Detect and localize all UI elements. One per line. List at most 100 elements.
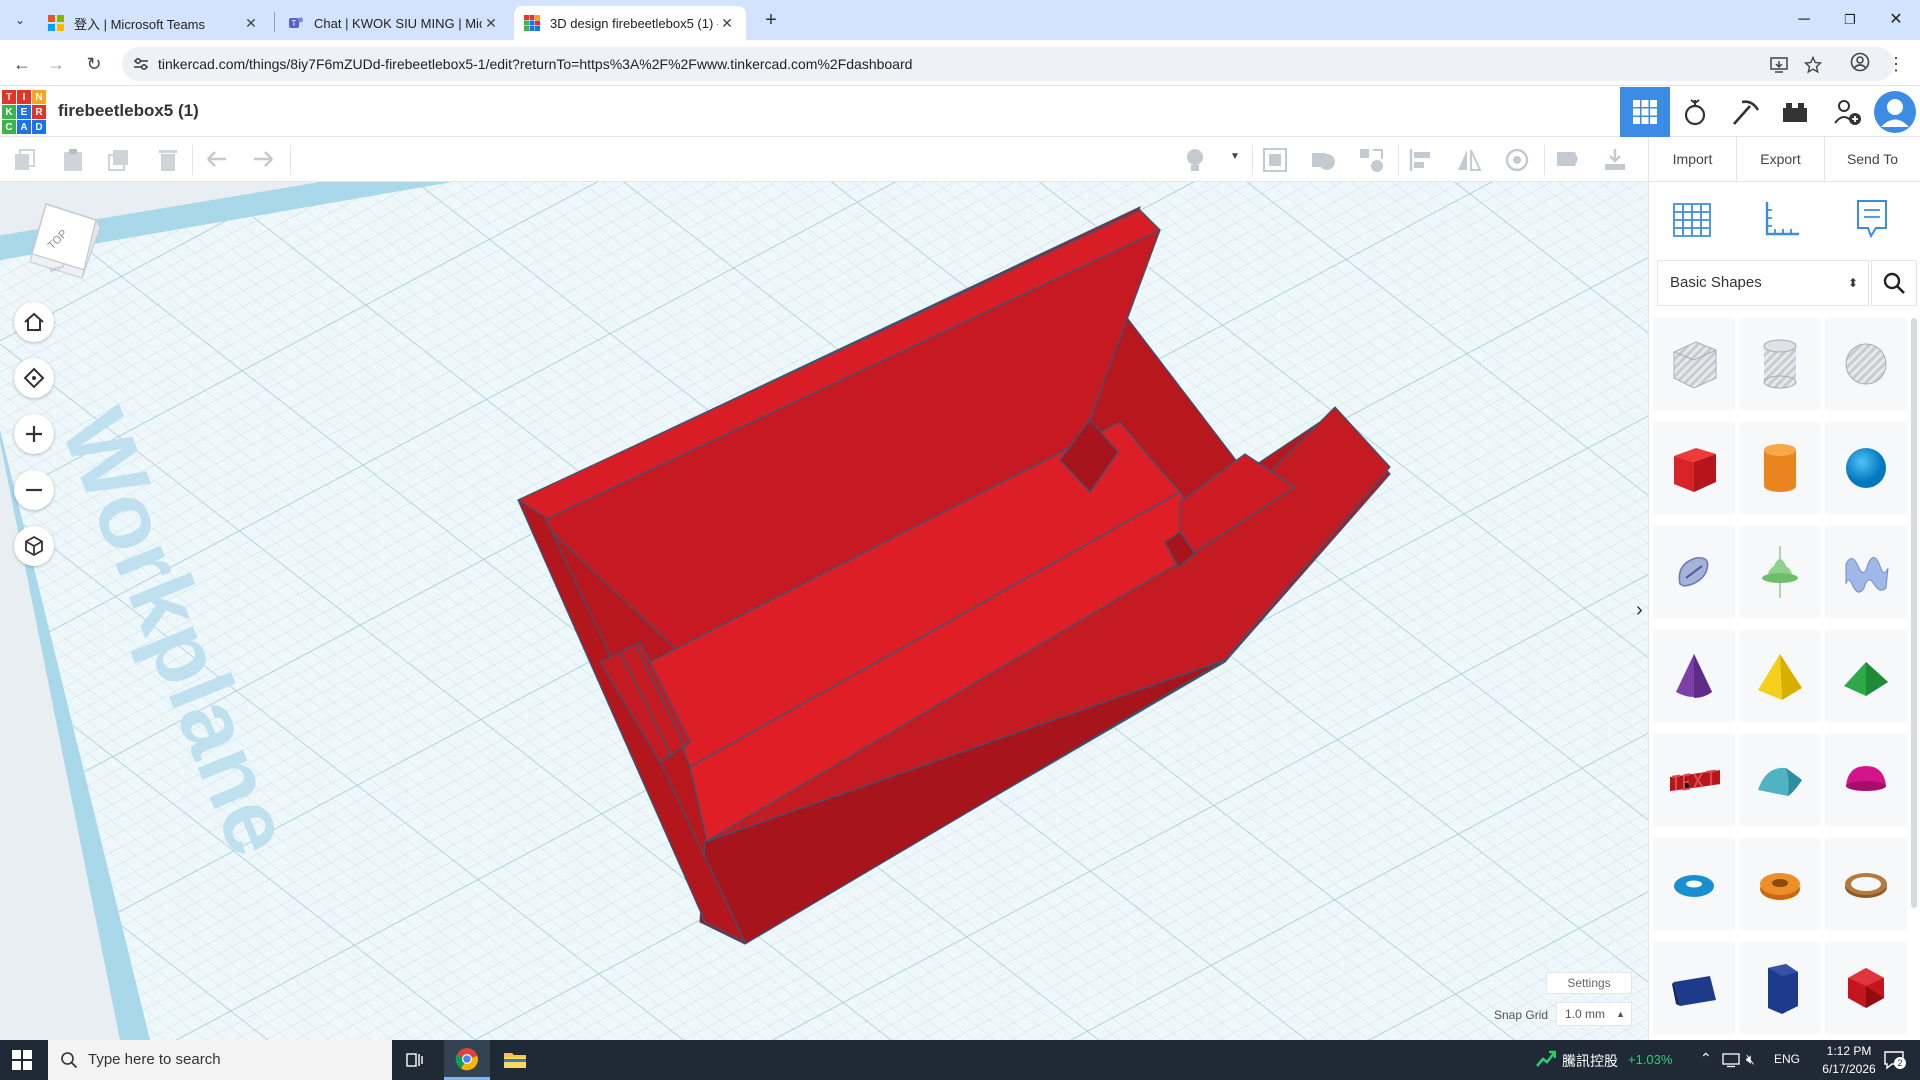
shape-box-hole[interactable] xyxy=(1653,318,1735,410)
windows-start-icon[interactable] xyxy=(12,1050,32,1070)
notification-center-button[interactable]: 2 xyxy=(1882,1048,1906,1072)
close-icon[interactable]: ✕ xyxy=(242,15,260,32)
hole-icon[interactable] xyxy=(1504,147,1530,173)
back-button[interactable]: ← xyxy=(8,50,36,78)
bookmark-star-icon[interactable] xyxy=(1804,56,1822,74)
network-icon[interactable] xyxy=(1722,1052,1740,1068)
shape-pyramid[interactable] xyxy=(1739,630,1821,722)
shape-cylinder[interactable] xyxy=(1739,422,1821,514)
stock-trend-icon[interactable] xyxy=(1536,1050,1556,1068)
taskbar-chrome[interactable] xyxy=(444,1040,490,1080)
shape-generator[interactable] xyxy=(1825,526,1907,618)
url-field[interactable]: tinkercad.com/things/8iy7F6mZUDd-firebee… xyxy=(122,47,1894,81)
shape-half-cylinder[interactable] xyxy=(1739,734,1821,826)
close-icon[interactable]: ✕ xyxy=(482,15,500,32)
tab-teams-chat[interactable]: T Chat | KWOK SIU MING | Micro ✕ xyxy=(278,6,510,40)
align-icon[interactable] xyxy=(1408,147,1434,173)
3d-viewport[interactable]: Workplane › TOP RIGHT Settings Snap Grid… xyxy=(0,182,1648,1040)
fit-view-button[interactable] xyxy=(14,358,54,398)
blocks-button[interactable] xyxy=(1720,87,1770,137)
shape-graph[interactable] xyxy=(1739,526,1821,618)
shape-hexagonal-prism[interactable] xyxy=(1739,942,1821,1034)
new-tab-button[interactable]: + xyxy=(758,8,784,32)
install-app-icon[interactable] xyxy=(1770,56,1788,74)
light-bulb-icon[interactable] xyxy=(1182,147,1208,173)
shape-icosahedron[interactable] xyxy=(1825,942,1907,1034)
mirror-icon[interactable] xyxy=(1456,147,1482,173)
workplane-scene[interactable]: Workplane › xyxy=(0,182,1648,1040)
user-avatar[interactable] xyxy=(1870,87,1920,137)
close-icon[interactable]: ✕ xyxy=(718,15,736,32)
drop-icon[interactable] xyxy=(1602,147,1628,173)
shape-text[interactable] xyxy=(1653,734,1735,826)
tab-teams-login[interactable]: 登入 | Microsoft Teams ✕ xyxy=(38,6,270,40)
shape-cylinder-hole[interactable] xyxy=(1739,318,1821,410)
shape-torus[interactable] xyxy=(1653,838,1735,930)
shape-tube[interactable] xyxy=(1739,838,1821,930)
minimize-button[interactable]: ─ xyxy=(1784,6,1824,34)
profile-icon[interactable] xyxy=(1850,52,1870,72)
send-to-button[interactable]: Send To xyxy=(1824,137,1920,182)
ungroup-icon[interactable] xyxy=(1310,147,1336,173)
volume-muted-icon[interactable]: 🔇︎ xyxy=(1746,1051,1755,1068)
tinkercad-logo[interactable]: T I N K E R C A D xyxy=(2,90,46,134)
shape-sphere-hole[interactable] xyxy=(1825,318,1907,410)
site-settings-icon[interactable] xyxy=(132,55,150,73)
forward-button[interactable]: → xyxy=(42,50,70,78)
paste-icon[interactable] xyxy=(60,147,86,173)
workplane-tool-icon[interactable] xyxy=(1669,196,1715,242)
invite-collaborators-button[interactable] xyxy=(1822,87,1872,137)
clock-time[interactable]: 1:12 PM xyxy=(1814,1044,1884,1058)
import-button[interactable]: Import xyxy=(1648,137,1736,182)
shape-search-button[interactable] xyxy=(1871,260,1917,306)
view-cube[interactable]: TOP RIGHT xyxy=(22,200,108,286)
cruise-icon[interactable] xyxy=(1358,147,1384,173)
shape-paraboloid[interactable] xyxy=(1825,734,1907,826)
zoom-out-button[interactable] xyxy=(14,470,54,510)
export-button[interactable]: Export xyxy=(1736,137,1824,182)
tab-search-button[interactable]: ⌄ xyxy=(6,8,34,32)
shape-scribble[interactable] xyxy=(1653,526,1735,618)
restore-button[interactable]: ❐ xyxy=(1830,6,1870,34)
show-hidden-icons-button[interactable]: ⌃ xyxy=(1700,1050,1712,1067)
undo-icon[interactable] xyxy=(204,147,230,173)
home-view-button[interactable] xyxy=(14,302,54,342)
stock-name[interactable]: 騰訊控股 xyxy=(1562,1051,1618,1071)
settings-button[interactable]: Settings xyxy=(1546,972,1632,994)
tab-tinkercad[interactable]: 3D design firebeetlebox5 (1) - T ✕ xyxy=(514,6,746,40)
reload-button[interactable]: ↻ xyxy=(80,50,108,78)
ruler-icon[interactable] xyxy=(1759,196,1805,242)
duplicate-icon[interactable] xyxy=(106,147,132,173)
shape-cone[interactable] xyxy=(1653,630,1735,722)
shape-sphere[interactable] xyxy=(1825,422,1907,514)
shape-category-select[interactable]: Basic Shapes ⬍ xyxy=(1657,260,1869,306)
3d-design-view-button[interactable] xyxy=(1620,87,1670,137)
collapse-panel-icon[interactable]: › xyxy=(1636,599,1643,621)
redo-icon[interactable] xyxy=(250,147,276,173)
browser-menu-icon[interactable]: ⋮ xyxy=(1882,50,1910,78)
shape-roof[interactable] xyxy=(1825,630,1907,722)
task-view-button[interactable] xyxy=(392,1040,438,1080)
chevron-down-icon[interactable]: ▼ xyxy=(1230,151,1240,162)
panel-scrollbar[interactable] xyxy=(1911,318,1917,908)
shape-box[interactable] xyxy=(1653,422,1735,514)
shape-wedge[interactable] xyxy=(1653,942,1735,1034)
copy-icon[interactable] xyxy=(12,147,38,173)
delete-icon[interactable] xyxy=(155,147,181,173)
shape-ring[interactable] xyxy=(1825,838,1907,930)
snap-grid-select[interactable]: 1.0 mm ▲ xyxy=(1556,1002,1632,1026)
close-window-button[interactable]: ✕ xyxy=(1876,6,1916,34)
zoom-in-button[interactable] xyxy=(14,414,54,454)
group-icon[interactable] xyxy=(1262,147,1288,173)
taskbar-search-box[interactable]: Type here to search xyxy=(48,1040,392,1080)
note-icon[interactable] xyxy=(1554,147,1580,173)
language-indicator[interactable]: ENG xyxy=(1774,1052,1800,1066)
design-title[interactable]: firebeetlebox5 (1) xyxy=(58,101,199,121)
toolbar-divider xyxy=(1544,145,1545,175)
projection-button[interactable] xyxy=(14,526,54,566)
taskbar-file-explorer[interactable] xyxy=(492,1040,538,1080)
notes-icon[interactable] xyxy=(1849,196,1895,242)
bricks-button[interactable] xyxy=(1770,87,1820,137)
clock-date[interactable]: 6/17/2026 xyxy=(1808,1062,1890,1076)
sim-lab-button[interactable] xyxy=(1670,87,1720,137)
